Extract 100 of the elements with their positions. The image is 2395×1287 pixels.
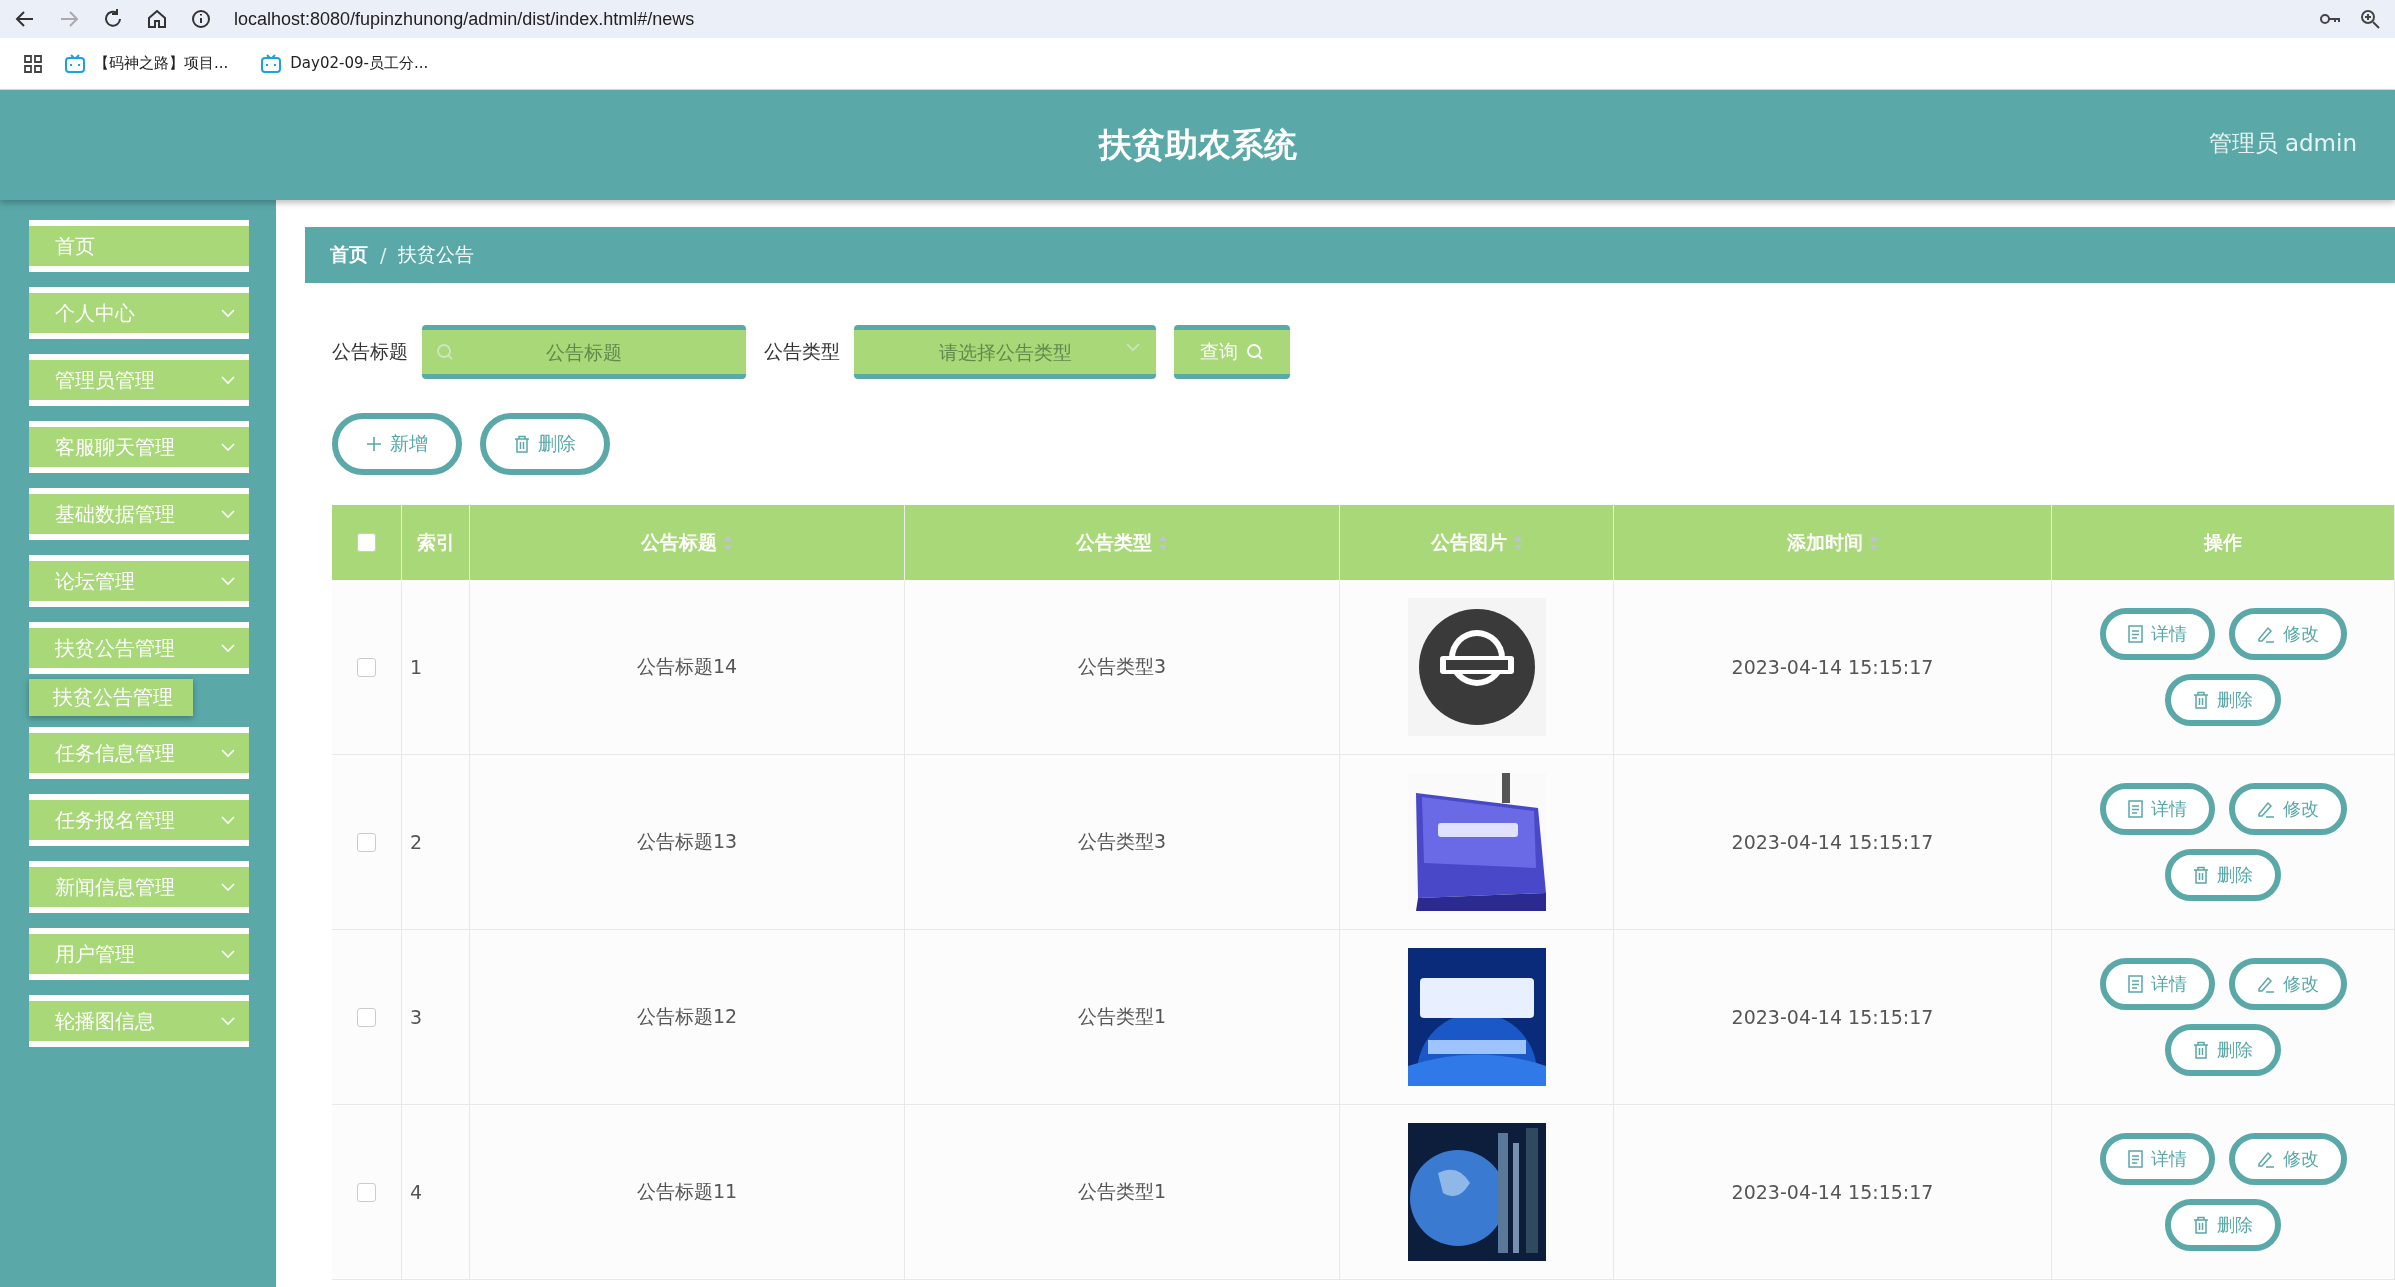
- query-button[interactable]: 查询: [1174, 325, 1290, 379]
- pencil-icon: [2256, 975, 2275, 993]
- column-title: 操作: [2204, 529, 2242, 555]
- column-header[interactable]: 公告标题: [470, 505, 905, 580]
- delete-button[interactable]: 删除: [480, 413, 610, 475]
- sidebar-item[interactable]: 首页: [29, 220, 249, 272]
- sidebar-item[interactable]: 个人中心: [29, 287, 249, 339]
- table-cell: 4: [402, 1105, 470, 1280]
- sidebar-item[interactable]: 基础数据管理: [29, 488, 249, 540]
- delete-button[interactable]: 删除: [2165, 674, 2281, 726]
- app-title: 扶贫助农系统: [1098, 123, 1297, 166]
- reload-icon[interactable]: [102, 8, 124, 30]
- breadcrumb-link[interactable]: 首页: [330, 242, 368, 268]
- column-header[interactable]: 公告图片: [1340, 505, 1614, 580]
- edit-button[interactable]: 修改: [2228, 783, 2347, 835]
- table-cell: 2023-04-14 15:15:17: [1614, 755, 2052, 930]
- document-icon: [2127, 1150, 2143, 1168]
- table-cell: 3: [402, 930, 470, 1105]
- field-label: 公告类型: [764, 339, 840, 364]
- row-checkbox[interactable]: [357, 1007, 376, 1027]
- table-cell: 公告标题14: [470, 580, 905, 755]
- trash-icon: [2193, 1041, 2209, 1059]
- table-cell: 公告类型3: [905, 580, 1340, 755]
- table-cell: 2023-04-14 15:15:17: [1614, 1105, 2052, 1280]
- chevron-down-icon: [221, 442, 235, 452]
- search-icon: [1246, 343, 1264, 361]
- table-cell: 公告标题13: [470, 755, 905, 930]
- sort-icon[interactable]: [723, 533, 733, 552]
- table-cell: 公告类型3: [905, 755, 1340, 930]
- sort-icon[interactable]: [1868, 533, 1879, 552]
- bookmark-link[interactable]: 【码神之路】项目...: [94, 54, 229, 73]
- detail-button[interactable]: 详情: [2099, 608, 2215, 660]
- document-icon: [2127, 975, 2143, 993]
- column-title: 公告图片: [1430, 529, 1507, 555]
- sort-icon[interactable]: [1158, 533, 1168, 552]
- chevron-down-icon: [221, 815, 235, 825]
- breadcrumb-separator: /: [380, 244, 387, 266]
- address-bar[interactable]: localhost:8080/fupinzhunong/admin/dist/index.html#/news: [234, 8, 695, 30]
- home-icon[interactable]: [146, 8, 168, 30]
- sidebar-item[interactable]: 新闻信息管理: [29, 861, 249, 913]
- trash-icon: [2193, 866, 2209, 884]
- pencil-icon: [2256, 625, 2275, 643]
- delete-button[interactable]: 删除: [2165, 849, 2281, 901]
- breadcrumb-link[interactable]: 扶贫公告: [398, 242, 475, 268]
- sidebar-item[interactable]: 客服聊天管理: [29, 421, 249, 473]
- chevron-down-icon: [221, 882, 235, 892]
- column-header[interactable]: 添加时间: [1614, 505, 2052, 580]
- row-checkbox[interactable]: [357, 1182, 376, 1202]
- zoom-in-icon[interactable]: [2359, 8, 2381, 30]
- sidebar-item[interactable]: 任务信息管理: [29, 727, 249, 779]
- apps-grid-icon[interactable]: [22, 52, 44, 75]
- search-icon: [436, 343, 454, 361]
- sidebar-item[interactable]: 扶贫公告管理: [29, 622, 249, 674]
- column-header[interactable]: 公告类型: [905, 505, 1340, 580]
- sidebar-item[interactable]: 任务报名管理: [29, 794, 249, 846]
- select-all-checkbox[interactable]: [357, 533, 376, 552]
- table-cell: 2: [402, 755, 470, 930]
- table-cell: 2023-04-14 15:15:17: [1614, 930, 2052, 1105]
- chevron-down-icon: [221, 308, 235, 318]
- sidebar-subitem[interactable]: 扶贫公告管理: [29, 679, 193, 716]
- sidebar-item[interactable]: 轮播图信息: [29, 995, 249, 1047]
- detail-button[interactable]: 详情: [2099, 1133, 2215, 1185]
- pencil-icon: [2256, 800, 2275, 818]
- sidebar-item[interactable]: 管理员管理: [29, 354, 249, 406]
- table-cell: 公告类型1: [905, 1105, 1340, 1280]
- sidebar-item[interactable]: 论坛管理: [29, 555, 249, 607]
- trash-icon: [514, 435, 530, 453]
- title-search-field[interactable]: 公告标题: [422, 325, 746, 379]
- chevron-down-icon: [221, 949, 235, 959]
- row-checkbox[interactable]: [357, 657, 376, 677]
- tv-icon: [64, 52, 86, 75]
- column-title: 索引: [416, 529, 455, 555]
- table-cell: 公告类型1: [905, 930, 1340, 1105]
- bookmark-link[interactable]: Day02-09-员工分...: [290, 54, 429, 73]
- add-button[interactable]: 新增: [332, 413, 462, 475]
- table-cell: 1: [402, 580, 470, 755]
- sort-icon[interactable]: [1512, 533, 1523, 552]
- edit-button[interactable]: 修改: [2228, 608, 2347, 660]
- chevron-down-icon: [221, 748, 235, 758]
- detail-button[interactable]: 详情: [2099, 783, 2215, 835]
- field-label: 公告标题: [332, 339, 408, 364]
- delete-button[interactable]: 删除: [2165, 1199, 2281, 1251]
- chevron-down-icon: [221, 509, 235, 519]
- edit-button[interactable]: 修改: [2228, 958, 2347, 1010]
- chevron-down-icon: [221, 576, 235, 586]
- trash-icon: [2193, 691, 2209, 709]
- edit-button[interactable]: 修改: [2228, 1133, 2347, 1185]
- detail-button[interactable]: 详情: [2099, 958, 2215, 1010]
- trash-icon: [2193, 1216, 2209, 1234]
- document-icon: [2127, 800, 2143, 818]
- info-icon[interactable]: [190, 8, 212, 30]
- delete-button[interactable]: 删除: [2165, 1024, 2281, 1076]
- type-select[interactable]: 请选择公告类型: [854, 325, 1156, 379]
- table-cell: 公告标题11: [470, 1105, 905, 1280]
- pencil-icon: [2256, 1150, 2275, 1168]
- chevron-down-icon: [1126, 343, 1140, 352]
- document-icon: [2127, 625, 2143, 643]
- sidebar-item[interactable]: 用户管理: [29, 928, 249, 980]
- chevron-down-icon: [221, 375, 235, 385]
- row-checkbox[interactable]: [357, 832, 376, 852]
